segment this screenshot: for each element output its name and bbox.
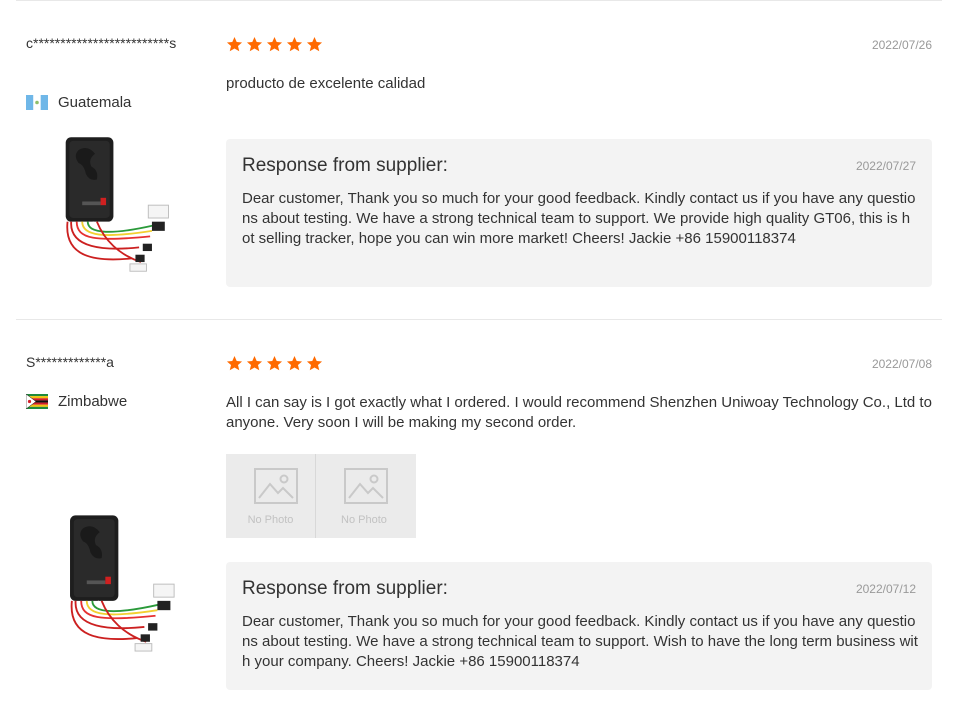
review-item: c*************************s Guatemala 20… — [16, 0, 942, 319]
product-image[interactable] — [40, 131, 196, 283]
star-icon — [226, 355, 243, 372]
guatemala-flag-icon — [26, 95, 48, 110]
response-title: Response from supplier: — [242, 155, 448, 176]
star-icon — [286, 355, 303, 372]
supplier-response: Response from supplier: 2022/07/12 Dear … — [226, 562, 932, 690]
response-text: Dear customer, Thank you so much for you… — [242, 190, 916, 247]
star-icon — [286, 36, 303, 53]
country-name: Guatemala — [58, 94, 132, 111]
rating-stars — [226, 36, 323, 53]
review-photos: No Photo No Photo — [226, 454, 416, 538]
review-text: All I can say is I got exactly what I or… — [226, 394, 932, 431]
zimbabwe-flag-icon — [26, 394, 48, 409]
buyer-info: c*************************s Guatemala — [26, 34, 206, 111]
buyer-country: Zimbabwe — [26, 393, 127, 410]
rating-stars — [226, 355, 323, 372]
star-icon — [306, 36, 323, 53]
buyer-info: S*************a Zimbabwe — [26, 353, 206, 410]
star-icon — [226, 36, 243, 53]
review-date: 2022/07/26 — [871, 38, 932, 52]
review-photo-placeholder[interactable]: No Photo — [226, 454, 316, 538]
star-icon — [266, 355, 283, 372]
star-icon — [246, 355, 263, 372]
response-title: Response from supplier: — [242, 578, 448, 599]
response-date: 2022/07/12 — [855, 582, 916, 596]
buyer-name: S*************a — [26, 354, 114, 370]
country-name: Zimbabwe — [58, 393, 128, 410]
buyer-country: Guatemala — [26, 94, 131, 111]
review-text: producto de excelente calidad — [226, 75, 426, 92]
review-date: 2022/07/08 — [871, 357, 932, 371]
supplier-response: Response from supplier: 2022/07/27 Dear … — [226, 139, 932, 287]
product-image[interactable] — [44, 505, 202, 667]
star-icon — [246, 36, 263, 53]
no-photo-label: No Photo — [247, 514, 294, 526]
review-item: S*************a Zimbabwe 2022/07/08 All … — [16, 319, 942, 723]
no-photo-label: No Photo — [341, 514, 387, 526]
star-icon — [306, 355, 323, 372]
response-text: Dear customer, Thank you so much for you… — [242, 613, 918, 670]
buyer-name: c*************************s — [26, 35, 177, 51]
response-date: 2022/07/27 — [855, 159, 916, 173]
review-photo-placeholder[interactable]: No Photo — [316, 454, 416, 538]
star-icon — [266, 36, 283, 53]
